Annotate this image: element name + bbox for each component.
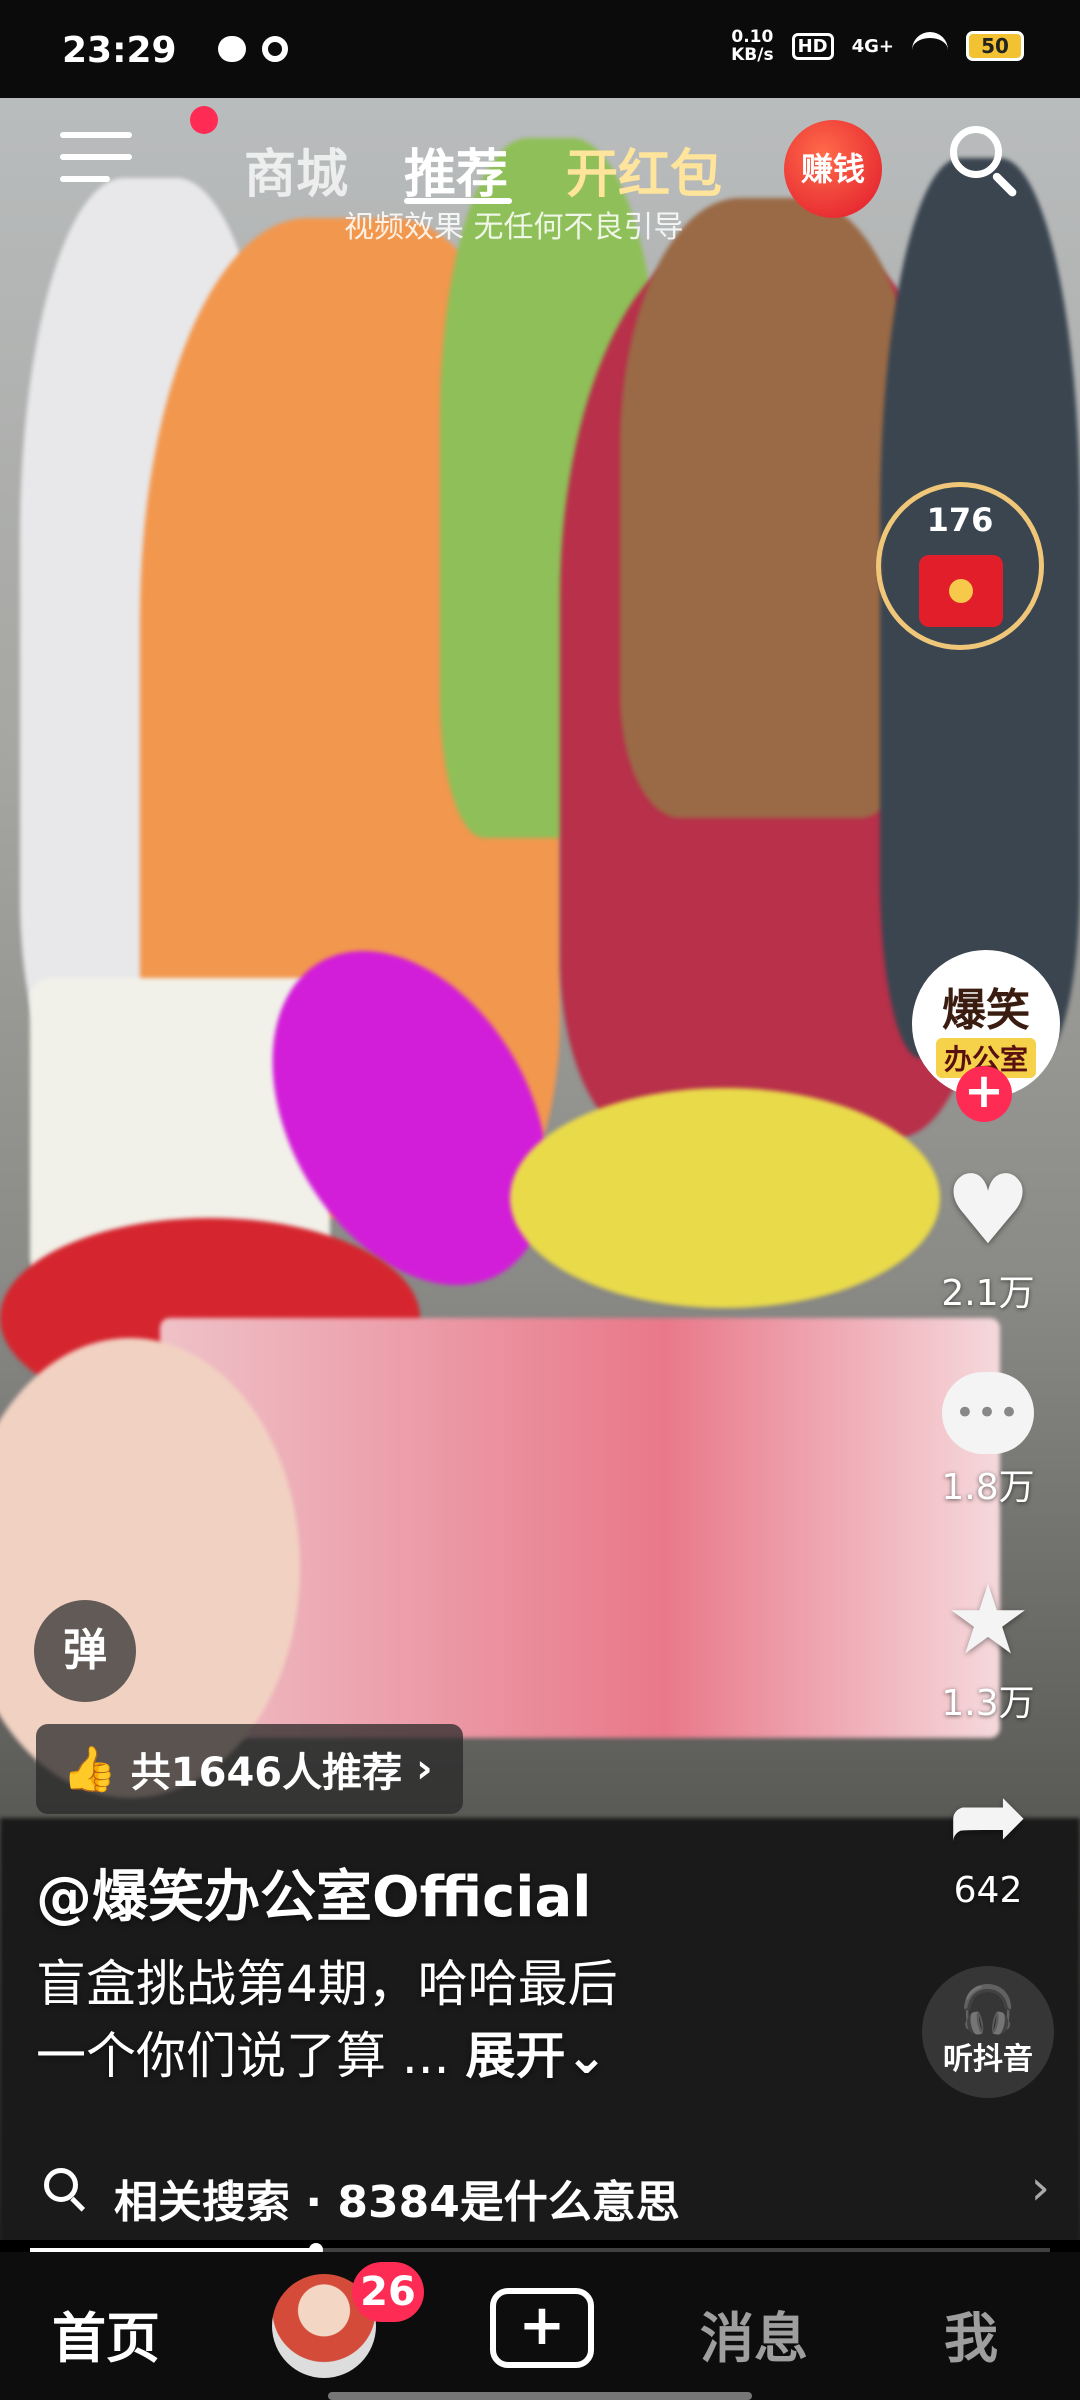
headphones-icon: 🎧 [959, 1982, 1017, 2036]
comment-count: 1.8万 [941, 1467, 1035, 1508]
share-count: 642 [953, 1870, 1023, 1911]
tab-open-red-packet[interactable]: 开红包 [566, 132, 722, 207]
battery-icon: 50 [966, 31, 1024, 61]
tab-home[interactable]: 首页 [52, 2294, 160, 2373]
description-line-2: 一个你们说了算 ... [36, 2027, 450, 2085]
network-speed-value: 0.10 [731, 27, 774, 47]
follow-plus-button[interactable]: + [956, 1066, 1012, 1122]
recommend-pill[interactable]: 👍 共1646人推荐 › [36, 1724, 463, 1814]
video-object [510, 1088, 940, 1308]
create-post-button[interactable]: + [490, 2288, 594, 2368]
chevron-right-icon: › [1030, 2160, 1050, 2216]
red-envelope-icon [919, 555, 1003, 627]
favorite-count: 1.3万 [941, 1683, 1035, 1724]
like-button[interactable]: ♥ 2.1万 [920, 1160, 1056, 1316]
status-time: 23:29 [62, 30, 177, 71]
settings-gear-icon [262, 36, 288, 62]
heart-icon: ♥ [944, 1154, 1032, 1266]
danmaku-toggle-button[interactable]: 弹 [34, 1600, 136, 1702]
description-line-1: 盲盒挑战第4期，哈哈最后 [36, 1955, 618, 2013]
listen-label: 听抖音 [943, 2042, 1033, 2077]
tab-me[interactable]: 我 [944, 2294, 998, 2373]
video-figure [620, 198, 920, 818]
thumbs-up-icon: 👍 [62, 1744, 117, 1795]
author-avatar-line1: 爆笑 [942, 985, 1030, 1036]
expand-description-button[interactable]: 展开⌄ [465, 2027, 607, 2085]
video-description: 盲盒挑战第4期，哈哈最后 一个你们说了算 ... 展开⌄ [36, 1948, 796, 2092]
wifi-icon [912, 32, 948, 60]
star-icon: ★ [944, 1564, 1032, 1676]
menu-icon[interactable] [60, 132, 132, 186]
share-arrow-icon: ➦ [947, 1760, 1029, 1872]
red-packet-count: 176 [926, 501, 994, 539]
red-packet-timer-button[interactable]: 176 [876, 482, 1044, 650]
earn-money-button[interactable]: 赚钱 [784, 120, 882, 218]
cellular-signal-icon: 4G+ [851, 35, 894, 57]
author-handle-link[interactable]: @爆笑办公室Official [36, 1852, 591, 1933]
comment-bubble-icon [942, 1372, 1034, 1454]
tab-recommend[interactable]: 推荐 [404, 132, 508, 207]
chevron-right-icon: › [416, 1746, 433, 1792]
tab-mall[interactable]: 商城 [244, 132, 348, 207]
like-count: 2.1万 [941, 1273, 1035, 1314]
search-icon [44, 2168, 88, 2212]
comment-button[interactable]: 1.8万 [920, 1362, 1056, 1510]
network-speed-unit: KB/s [731, 45, 774, 65]
search-icon[interactable] [950, 126, 1019, 199]
network-speed: 0.10 KB/s [731, 28, 773, 64]
tab-messages[interactable]: 消息 [700, 2294, 808, 2373]
home-indicator [328, 2392, 752, 2400]
friends-badge: 26 [352, 2262, 424, 2322]
message-notification-icon [218, 36, 246, 62]
related-search-label: 相关搜索 · 8384是什么意思 [114, 2177, 680, 2228]
related-search-bar[interactable]: 相关搜索 · 8384是什么意思 › [0, 2150, 1080, 2240]
favorite-button[interactable]: ★ 1.3万 [920, 1570, 1056, 1726]
chevron-down-icon: ⌄ [565, 2027, 608, 2085]
recommend-count-text: 共1646人推荐 [130, 1750, 403, 1796]
notification-dot [190, 106, 218, 134]
listen-douyin-button[interactable]: 🎧 听抖音 [922, 1966, 1054, 2098]
hd-voice-icon: HD [791, 32, 834, 60]
share-button[interactable]: ➦ 642 [920, 1766, 1056, 1911]
video-caption: 视频效果 无任何不良引导 [344, 210, 684, 245]
bottom-tab-bar: 首页 26 + 消息 我 [0, 2252, 1080, 2400]
status-bar: 23:29 0.10 KB/s HD 4G+ 50 [0, 0, 1080, 98]
